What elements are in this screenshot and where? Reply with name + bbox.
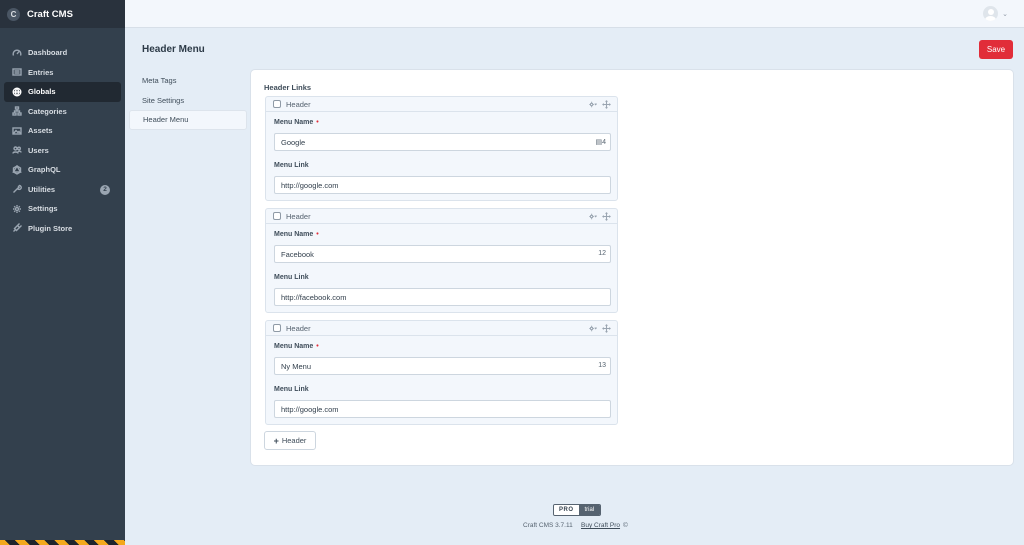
matrix-block: Header Menu Name • Google ▤4 Menu Link ht… bbox=[265, 96, 618, 201]
topbar: ⌄ bbox=[125, 0, 1024, 28]
required-indicator: • bbox=[316, 119, 319, 126]
user-avatar-icon[interactable] bbox=[983, 6, 998, 21]
menu-link-label: Menu Link bbox=[274, 274, 309, 281]
sidebar-item-label: Utilities bbox=[28, 184, 56, 194]
sidebar-item-label: GraphQL bbox=[28, 165, 61, 175]
craft-logo-icon: C bbox=[7, 7, 20, 21]
content-panel: Header Links Header Menu Name • Google ▤4… bbox=[251, 70, 1013, 465]
char-counter: 12 bbox=[598, 250, 606, 257]
sidebar-item-categories[interactable]: Categories bbox=[0, 102, 121, 122]
block-select-checkbox[interactable] bbox=[273, 212, 281, 220]
block-type-label: Header bbox=[286, 211, 311, 221]
move-icon[interactable] bbox=[602, 100, 611, 109]
page-title: Header Menu bbox=[142, 44, 205, 55]
sidebar-item-label: Globals bbox=[28, 87, 56, 97]
main-nav: Dashboard Entries Globals Categories Ass… bbox=[0, 43, 125, 238]
sidebar-item-graphql[interactable]: GraphQL bbox=[0, 160, 121, 180]
sidebar-item-label: Users bbox=[28, 145, 49, 155]
brand[interactable]: C Craft CMS bbox=[0, 0, 125, 28]
global-sets-nav: Meta Tags Site Settings Header Menu bbox=[129, 71, 247, 130]
plus-icon: + bbox=[273, 435, 279, 446]
subnav-item-site-settings[interactable]: Site Settings bbox=[129, 91, 247, 111]
menu-name-input[interactable]: Ny Menu 13 bbox=[274, 357, 611, 375]
image-icon bbox=[12, 127, 22, 135]
menu-link-input[interactable]: http://google.com bbox=[274, 176, 611, 194]
site-name: Craft CMS bbox=[27, 8, 73, 20]
graphql-icon bbox=[12, 164, 22, 175]
sidebar-item-utilities[interactable]: Utilities 2 bbox=[0, 180, 121, 200]
menu-link-label: Menu Link bbox=[274, 386, 309, 393]
required-indicator: • bbox=[316, 231, 319, 238]
matrix-block: Header Menu Name • Ny Menu 13 Menu Link h… bbox=[265, 320, 618, 425]
char-counter: ▤4 bbox=[595, 139, 606, 146]
menu-name-label: Menu Name • bbox=[274, 343, 319, 350]
menu-name-label: Menu Name • bbox=[274, 119, 319, 126]
version-text: Craft CMS 3.7.11 bbox=[523, 522, 573, 529]
edition-pro: PRO bbox=[554, 505, 579, 515]
add-header-block-button[interactable]: + Header bbox=[264, 431, 316, 450]
sidebar-item-label: Entries bbox=[28, 67, 54, 77]
sidebar-item-label: Plugin Store bbox=[28, 223, 73, 233]
block-header[interactable]: Header bbox=[266, 321, 617, 336]
block-header[interactable]: Header bbox=[266, 97, 617, 112]
menu-name-label: Menu Name • bbox=[274, 231, 319, 238]
move-icon[interactable] bbox=[602, 212, 611, 221]
gear-icon[interactable] bbox=[588, 100, 597, 109]
sidebar-item-plugin-store[interactable]: Plugin Store bbox=[0, 219, 121, 239]
menu-name-input[interactable]: Google ▤4 bbox=[274, 133, 611, 151]
users-icon bbox=[12, 146, 22, 154]
newspaper-icon bbox=[12, 68, 22, 76]
chevron-down-icon[interactable]: ⌄ bbox=[1002, 10, 1008, 18]
matrix-block: Header Menu Name • Facebook 12 Menu Link … bbox=[265, 208, 618, 313]
gear-icon bbox=[13, 204, 21, 213]
sidebar-item-assets[interactable]: Assets bbox=[0, 121, 121, 141]
sidebar-item-label: Settings bbox=[28, 204, 58, 214]
sidebar-item-dashboard[interactable]: Dashboard bbox=[0, 43, 121, 63]
sidebar-item-users[interactable]: Users bbox=[0, 141, 121, 161]
sidebar-item-label: Categories bbox=[28, 106, 67, 116]
menu-link-label: Menu Link bbox=[274, 162, 309, 169]
sidebar-item-label: Assets bbox=[28, 126, 53, 136]
sidebar: C Craft CMS Dashboard Entries Globals Ca… bbox=[0, 0, 125, 545]
menu-link-input[interactable]: http://google.com bbox=[274, 400, 611, 418]
menu-name-input[interactable]: Facebook 12 bbox=[274, 245, 611, 263]
char-counter: 13 bbox=[598, 362, 606, 369]
move-icon[interactable] bbox=[602, 324, 611, 333]
sidebar-item-settings[interactable]: Settings bbox=[0, 199, 121, 219]
field-title: Header Links bbox=[264, 83, 312, 92]
sidebar-item-label: Dashboard bbox=[28, 48, 68, 58]
block-type-label: Header bbox=[286, 99, 311, 109]
wrench-icon bbox=[13, 185, 22, 194]
buy-craft-pro-link[interactable]: Buy Craft Pro bbox=[581, 522, 620, 529]
block-select-checkbox[interactable] bbox=[273, 100, 281, 108]
gear-icon[interactable] bbox=[588, 212, 597, 221]
save-button[interactable]: Save bbox=[979, 40, 1013, 59]
sidebar-item-globals[interactable]: Globals bbox=[4, 82, 121, 102]
edition-badge: PRO trial bbox=[553, 504, 602, 516]
dev-mode-stripe bbox=[0, 540, 125, 545]
sitemap-icon bbox=[12, 106, 22, 116]
plug-icon bbox=[13, 223, 22, 233]
utilities-badge: 2 bbox=[100, 184, 110, 195]
copyright-icon: © bbox=[623, 522, 628, 529]
subnav-item-meta-tags[interactable]: Meta Tags bbox=[129, 71, 247, 91]
menu-link-input[interactable]: http://facebook.com bbox=[274, 288, 611, 306]
globe-icon bbox=[12, 87, 22, 97]
block-type-label: Header bbox=[286, 323, 311, 333]
block-header[interactable]: Header bbox=[266, 209, 617, 224]
gauge-icon bbox=[12, 49, 22, 56]
block-select-checkbox[interactable] bbox=[273, 324, 281, 332]
subnav-item-header-menu[interactable]: Header Menu bbox=[129, 110, 247, 130]
edition-trial: trial bbox=[578, 505, 601, 515]
gear-icon[interactable] bbox=[588, 324, 597, 333]
sidebar-item-entries[interactable]: Entries bbox=[0, 63, 121, 83]
required-indicator: • bbox=[316, 343, 319, 350]
